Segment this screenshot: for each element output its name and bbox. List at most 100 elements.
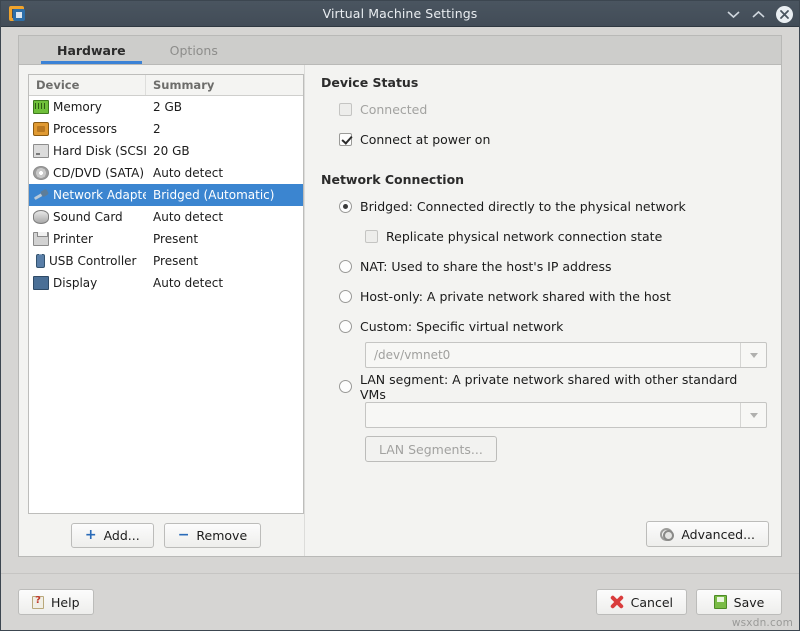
custom-network-value: /dev/vmnet0 xyxy=(366,343,740,367)
chevron-down-icon[interactable] xyxy=(740,343,766,367)
device-name: Hard Disk (SCSI) xyxy=(53,144,146,158)
device-name: Sound Card xyxy=(53,210,123,224)
cd-dvd-icon xyxy=(33,166,49,180)
help-icon xyxy=(32,596,44,609)
window-controls xyxy=(726,1,793,27)
radio-row-host-only[interactable]: Host-only: A private network shared with… xyxy=(339,285,767,308)
connect-at-power-on-row[interactable]: Connect at power on xyxy=(339,128,767,151)
help-button-label: Help xyxy=(51,595,80,610)
virtual-machine-settings-window: Virtual Machine Settings Hardware Option… xyxy=(0,0,800,631)
add-button-label: Add... xyxy=(104,528,140,543)
table-row[interactable]: CD/DVD (SATA) Auto detect xyxy=(29,162,303,184)
add-device-button[interactable]: + Add... xyxy=(71,523,154,548)
save-button-label: Save xyxy=(734,595,765,610)
table-row-network-adapter[interactable]: Network Adapter Bridged (Automatic) xyxy=(29,184,303,206)
title-bar: Virtual Machine Settings xyxy=(1,1,799,27)
vmware-logo-icon xyxy=(6,4,28,24)
close-icon[interactable] xyxy=(776,6,793,23)
hard-disk-icon xyxy=(33,144,49,158)
tab-hardware[interactable]: Hardware xyxy=(35,39,148,64)
table-row[interactable]: Display Auto detect xyxy=(29,272,303,294)
column-header-summary: Summary xyxy=(146,75,303,95)
network-connection-heading: Network Connection xyxy=(321,172,767,187)
dialog-footer: Help Cancel Save xyxy=(1,573,799,630)
device-settings-pane: Device Status Connected Connect at power… xyxy=(304,65,781,556)
plus-icon: + xyxy=(85,528,97,542)
sound-card-icon xyxy=(33,210,49,224)
cpu-icon xyxy=(33,122,49,136)
cancel-button-label: Cancel xyxy=(631,595,673,610)
lan-segment-label: LAN segment: A private network shared wi… xyxy=(360,372,767,402)
device-table-header: Device Summary xyxy=(29,75,303,96)
device-summary: Auto detect xyxy=(146,276,303,290)
connect-at-power-on-label: Connect at power on xyxy=(360,132,490,147)
watermark: wsxdn.com xyxy=(732,617,793,629)
radio-row-bridged[interactable]: Bridged: Connected directly to the physi… xyxy=(339,195,767,218)
nat-radio[interactable] xyxy=(339,260,352,273)
usb-icon xyxy=(36,254,45,268)
connected-label: Connected xyxy=(360,102,427,117)
lan-segment-value xyxy=(366,403,740,427)
device-summary: Present xyxy=(146,254,303,268)
minimize-chevron-down-icon[interactable] xyxy=(726,7,741,22)
device-name: CD/DVD (SATA) xyxy=(53,166,144,180)
device-summary: Auto detect xyxy=(146,210,303,224)
advanced-gears-icon xyxy=(660,527,674,541)
connected-checkbox-row: Connected xyxy=(339,98,767,121)
chevron-down-icon[interactable] xyxy=(740,403,766,427)
table-row[interactable]: USB Controller Present xyxy=(29,250,303,272)
host-only-radio[interactable] xyxy=(339,290,352,303)
lan-segments-button[interactable]: LAN Segments... xyxy=(365,436,497,462)
table-row[interactable]: Processors 2 xyxy=(29,118,303,140)
advanced-button[interactable]: Advanced... xyxy=(646,521,769,547)
device-summary: 20 GB xyxy=(146,144,303,158)
column-header-device: Device xyxy=(29,75,146,95)
bridged-radio[interactable] xyxy=(339,200,352,213)
minus-icon: − xyxy=(178,528,190,542)
cancel-x-icon xyxy=(610,595,624,609)
tab-options[interactable]: Options xyxy=(148,39,240,64)
display-icon xyxy=(33,276,49,290)
lan-segments-button-label: LAN Segments... xyxy=(379,442,483,457)
radio-row-nat[interactable]: NAT: Used to share the host's IP address xyxy=(339,255,767,278)
host-only-label: Host-only: A private network shared with… xyxy=(360,289,671,304)
device-list-buttons: + Add... − Remove xyxy=(28,514,304,556)
remove-device-button[interactable]: − Remove xyxy=(164,523,261,548)
custom-radio[interactable] xyxy=(339,320,352,333)
connected-checkbox xyxy=(339,103,352,116)
table-row[interactable]: Memory 2 GB xyxy=(29,96,303,118)
help-button[interactable]: Help xyxy=(18,589,94,615)
table-row[interactable]: Sound Card Auto detect xyxy=(29,206,303,228)
device-name: Display xyxy=(53,276,97,290)
device-name: Printer xyxy=(53,232,93,246)
device-name: Memory xyxy=(53,100,102,114)
radio-row-custom[interactable]: Custom: Specific virtual network xyxy=(339,315,767,338)
radio-row-lan-segment[interactable]: LAN segment: A private network shared wi… xyxy=(339,375,767,398)
custom-network-select[interactable]: /dev/vmnet0 xyxy=(365,342,767,368)
lan-segment-radio[interactable] xyxy=(339,380,352,393)
device-summary: Bridged (Automatic) xyxy=(146,188,303,202)
connect-at-power-on-checkbox[interactable] xyxy=(339,133,352,146)
bridged-label: Bridged: Connected directly to the physi… xyxy=(360,199,686,214)
table-row[interactable]: Printer Present xyxy=(29,228,303,250)
replicate-state-label: Replicate physical network connection st… xyxy=(386,229,662,244)
memory-icon xyxy=(33,100,49,114)
replicate-state-row[interactable]: Replicate physical network connection st… xyxy=(365,225,767,248)
device-table[interactable]: Device Summary Memory 2 GB Processors 2 … xyxy=(28,74,304,514)
device-status-heading: Device Status xyxy=(321,75,767,90)
remove-button-label: Remove xyxy=(196,528,247,543)
tab-bar: Hardware Options xyxy=(1,27,799,64)
device-summary: Present xyxy=(146,232,303,246)
save-button[interactable]: Save xyxy=(696,589,782,615)
maximize-chevron-up-icon[interactable] xyxy=(751,7,766,22)
device-summary: 2 GB xyxy=(146,100,303,114)
save-icon xyxy=(714,595,727,609)
table-row[interactable]: Hard Disk (SCSI) 20 GB xyxy=(29,140,303,162)
device-list-pane: Device Summary Memory 2 GB Processors 2 … xyxy=(19,65,304,556)
replicate-state-checkbox[interactable] xyxy=(365,230,378,243)
cancel-button[interactable]: Cancel xyxy=(596,589,687,615)
network-icon xyxy=(33,188,49,202)
device-name: Network Adapter xyxy=(53,188,146,202)
lan-segment-select[interactable] xyxy=(365,402,767,428)
device-summary: Auto detect xyxy=(146,166,303,180)
